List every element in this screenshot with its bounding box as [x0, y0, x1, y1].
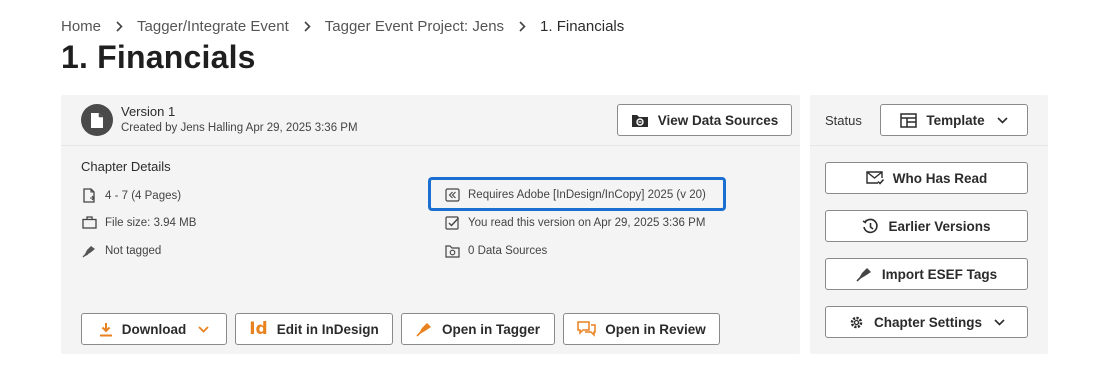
chevron-right-icon	[116, 20, 123, 32]
chevron-right-icon	[304, 20, 311, 32]
pages-text: 4 - 7 (4 Pages)	[105, 189, 182, 202]
chapter-settings-button[interactable]: Chapter Settings	[825, 306, 1028, 338]
divider	[810, 145, 1048, 146]
requires-text: Requires Adobe [InDesign/InCopy] 2025 (v…	[468, 189, 706, 201]
gear-icon	[848, 314, 865, 331]
status-label: Status	[825, 113, 862, 128]
read-text: You read this version on Apr 29, 2025 3:…	[468, 217, 706, 229]
version-created-info: Created by Jens Halling Apr 29, 2025 3:3…	[121, 122, 358, 134]
earlier-versions-label: Earlier Versions	[888, 218, 991, 234]
sources-text: 0 Data Sources	[468, 245, 548, 257]
edit-in-indesign-label: Edit in InDesign	[276, 321, 379, 337]
file-size-text: File size: 3.94 MB	[105, 216, 197, 229]
view-data-sources-label: View Data Sources	[657, 112, 779, 128]
version-header: Version 1 Created by Jens Halling Apr 29…	[61, 95, 800, 145]
page-title: 1. Financials	[61, 39, 256, 75]
detail-read: You read this version on Apr 29, 2025 3:…	[444, 216, 705, 230]
chevron-down-icon	[198, 325, 209, 333]
envelope-check-icon	[866, 171, 884, 185]
earlier-versions-button[interactable]: Earlier Versions	[825, 210, 1028, 242]
file-pages-icon	[81, 188, 97, 203]
breadcrumb-tagger-integrate-event[interactable]: Tagger/Integrate Event	[137, 18, 289, 35]
breadcrumb-home[interactable]: Home	[61, 18, 101, 35]
tagged-text: Not tagged	[105, 245, 162, 257]
chevron-down-icon	[994, 318, 1005, 326]
review-chat-icon	[577, 320, 596, 338]
side-panel: Status Template Who Has Read Earlier Ver…	[810, 95, 1048, 354]
import-esef-tags-button[interactable]: Import ESEF Tags	[825, 258, 1028, 290]
who-has-read-label: Who Has Read	[892, 170, 988, 186]
tagger-pen-icon	[416, 321, 433, 337]
who-has-read-button[interactable]: Who Has Read	[825, 162, 1028, 194]
checkbox-icon	[444, 216, 460, 230]
open-in-review-button[interactable]: Open in Review	[563, 313, 720, 345]
download-button[interactable]: Download	[81, 313, 227, 345]
tag-pen-icon	[81, 244, 97, 258]
file-size-icon	[81, 216, 97, 229]
download-icon	[99, 322, 113, 337]
open-in-tagger-label: Open in Tagger	[441, 321, 540, 337]
document-icon	[81, 104, 113, 136]
status-value: Template	[926, 112, 985, 128]
template-icon	[900, 112, 918, 128]
divider	[61, 145, 800, 146]
status-dropdown[interactable]: Template	[880, 104, 1028, 136]
chapter-panel: Version 1 Created by Jens Halling Apr 29…	[61, 95, 800, 354]
chapter-details-heading: Chapter Details	[81, 159, 171, 174]
detail-sources: 0 Data Sources	[444, 244, 547, 258]
detail-file-size: File size: 3.94 MB	[81, 216, 196, 229]
data-source-icon	[631, 112, 649, 128]
chevron-down-icon	[997, 116, 1008, 124]
detail-pages: 4 - 7 (4 Pages)	[81, 188, 181, 203]
breadcrumb-tagger-event-project[interactable]: Tagger Event Project: Jens	[325, 18, 504, 35]
chevron-right-icon	[519, 20, 526, 32]
open-in-review-label: Open in Review	[605, 321, 706, 337]
edit-in-indesign-button[interactable]: Id Edit in InDesign	[235, 313, 393, 345]
breadcrumb-current: 1. Financials	[540, 17, 625, 35]
indesign-icon	[444, 188, 460, 202]
history-icon	[862, 218, 879, 235]
chapter-settings-label: Chapter Settings	[873, 314, 982, 330]
detail-requires: Requires Adobe [InDesign/InCopy] 2025 (v…	[444, 188, 706, 202]
data-source-icon	[444, 244, 460, 258]
view-data-sources-button[interactable]: View Data Sources	[617, 104, 792, 136]
version-title: Version 1	[121, 104, 176, 119]
import-esef-tags-label: Import ESEF Tags	[881, 266, 998, 282]
tag-pen-icon	[856, 266, 873, 282]
indesign-id-icon: Id	[249, 319, 268, 339]
detail-tagged: Not tagged	[81, 244, 161, 258]
breadcrumb: Home Tagger/Integrate Event Tagger Event…	[61, 16, 624, 36]
open-in-tagger-button[interactable]: Open in Tagger	[401, 313, 555, 345]
download-label: Download	[121, 321, 187, 337]
